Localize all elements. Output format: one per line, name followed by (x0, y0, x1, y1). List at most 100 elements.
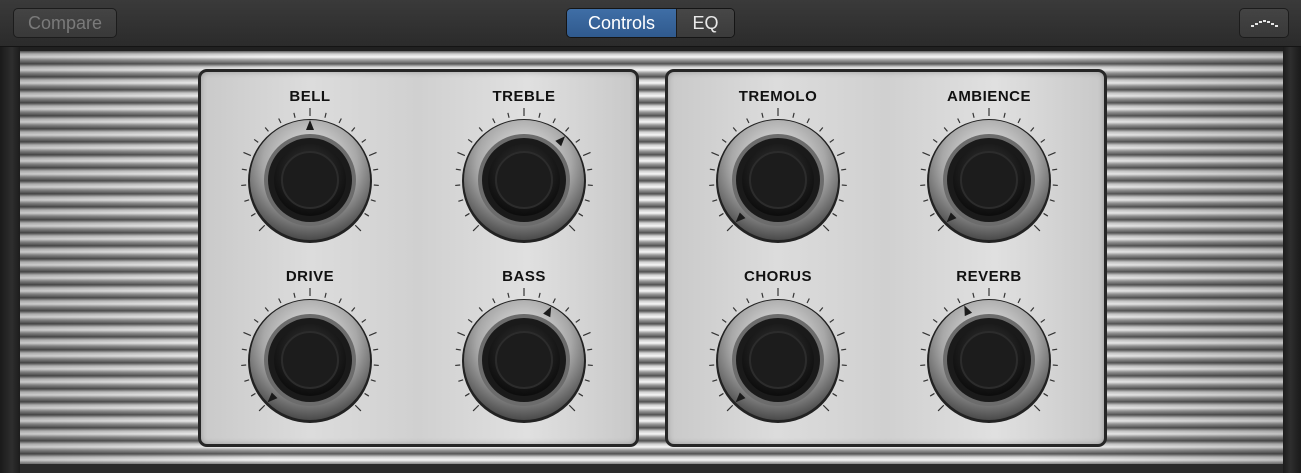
knob-tick (929, 392, 935, 397)
tremolo-knob[interactable] (703, 105, 853, 255)
knob-tick (1033, 224, 1041, 232)
knob-tick (972, 292, 975, 298)
knob-tick (455, 168, 461, 171)
knob-tick (937, 404, 945, 412)
knob-tick (582, 331, 591, 337)
knob-tick (711, 151, 720, 157)
knob-tick (568, 224, 576, 232)
knob-tick (1017, 118, 1021, 124)
knob-tick (370, 379, 376, 382)
knob-tick (243, 331, 252, 337)
knob-tick (920, 168, 926, 171)
knob-tick (806, 118, 810, 124)
knob-tick (253, 138, 259, 143)
chorus-knob[interactable] (703, 285, 853, 435)
knob-tick (575, 138, 581, 143)
knob-tick (1052, 168, 1058, 171)
knob-tick (711, 331, 720, 337)
knob-tick (932, 318, 938, 323)
bass-label: BASS (502, 268, 546, 285)
knob-tick (278, 298, 282, 304)
knob-tick (838, 199, 844, 202)
knob-tick (932, 138, 938, 143)
knob-tick (538, 292, 541, 298)
reverb-knob[interactable] (914, 285, 1064, 435)
dotted-line-icon (1251, 20, 1278, 27)
amp-edge-right (1283, 47, 1301, 473)
knob-tick (455, 348, 461, 351)
knob-tick (718, 392, 724, 397)
treble-knob[interactable] (449, 105, 599, 255)
knob-tick (709, 348, 715, 351)
knob-tick (792, 112, 795, 118)
knob-tick (712, 379, 718, 382)
knob-tick (922, 331, 931, 337)
knob-tick (464, 392, 470, 397)
knob-tick (575, 318, 581, 323)
knob-tick (244, 379, 250, 382)
knob-tick (578, 212, 584, 217)
knob-tick (937, 224, 945, 232)
reverb-label: REVERB (956, 268, 1022, 285)
bell-knob[interactable] (235, 105, 385, 255)
knob-tick (922, 151, 931, 157)
view-mode-selector: Controls EQ (566, 8, 735, 38)
knob-tick (478, 307, 483, 312)
knob-tick (957, 118, 961, 124)
knob-tick (584, 199, 590, 202)
controls-tab[interactable]: Controls (567, 9, 676, 37)
drive-knob-graphic (241, 288, 379, 423)
tremolo-label: TREMOLO (738, 88, 818, 105)
knob-tick (278, 118, 282, 124)
ambience-knob-graphic (920, 108, 1058, 243)
knob-tick (822, 224, 830, 232)
amp-edge-left (0, 47, 20, 473)
knob-tick (806, 298, 810, 304)
knob-tick (792, 292, 795, 298)
knob-tick (943, 307, 948, 312)
eq-tab[interactable]: EQ (676, 9, 734, 37)
knob-tick (1043, 392, 1049, 397)
knob-tick (565, 307, 570, 312)
knob-tick (458, 199, 464, 202)
knob-tick (578, 392, 584, 397)
knob-tick (761, 112, 764, 118)
knob-tick (264, 307, 269, 312)
knob-tick (368, 151, 377, 157)
knob-tick (338, 298, 342, 304)
chorus-knob-graphic (709, 288, 847, 423)
bass-knob-graphic (455, 288, 593, 423)
bell-knob-graphic (241, 108, 379, 243)
knob-tick (819, 307, 824, 312)
knob-tick (726, 224, 734, 232)
knob-tick (373, 348, 379, 351)
knob-tick (364, 392, 370, 397)
knob-tick (293, 292, 296, 298)
knob-tick (841, 348, 847, 351)
ambience-knob[interactable] (914, 105, 1064, 255)
compare-button[interactable]: Compare (13, 8, 117, 38)
knob-tick (492, 298, 496, 304)
knob-tick (467, 138, 473, 143)
knob-tick (829, 318, 835, 323)
knob-tick (250, 212, 256, 217)
knob-tick (1030, 127, 1035, 132)
knob-tick (1043, 212, 1049, 217)
knob-tick (1017, 298, 1021, 304)
knob-tick (822, 404, 830, 412)
knob-tick (587, 168, 593, 171)
view-menu-button[interactable] (1239, 8, 1289, 38)
knob-tick (746, 298, 750, 304)
knob-tick (361, 318, 367, 323)
amp-base (20, 464, 1283, 473)
chorus-label: CHORUS (743, 268, 812, 285)
reverb-knob-graphic (920, 288, 1058, 423)
bass-knob[interactable] (449, 285, 599, 435)
knob-tick (712, 199, 718, 202)
knob-tick (718, 212, 724, 217)
knob-tick (243, 151, 252, 157)
knob-tick (923, 379, 929, 382)
knob-tick (264, 127, 269, 132)
knob-tick (972, 112, 975, 118)
drive-knob[interactable] (235, 285, 385, 435)
